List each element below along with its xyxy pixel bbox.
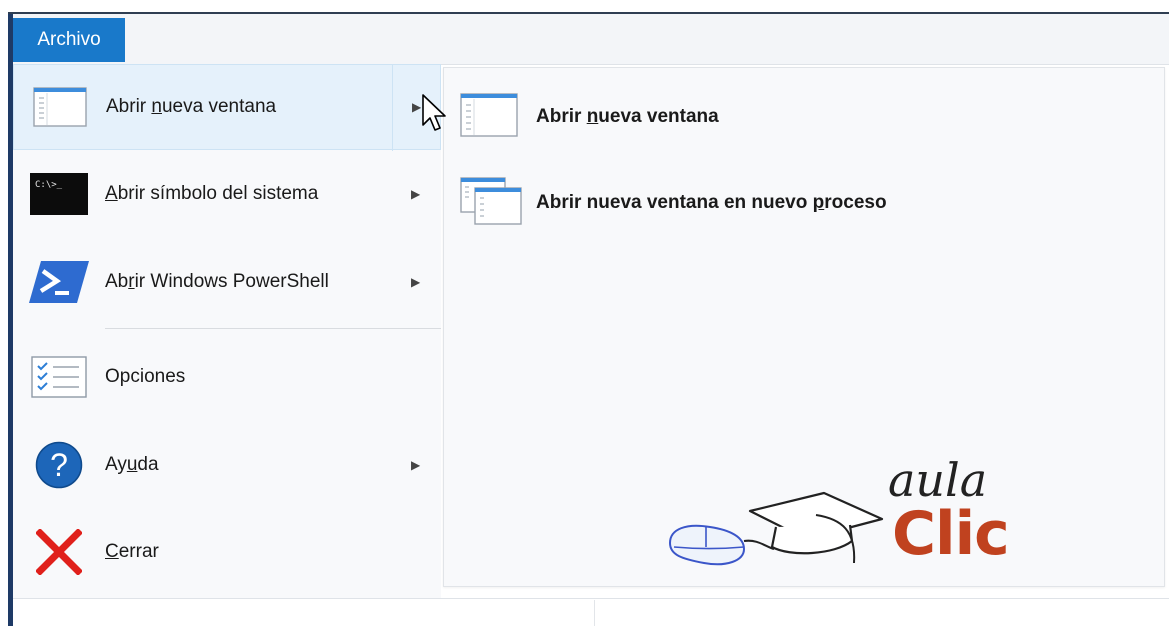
submenu-arrow-icon: ▶ bbox=[411, 187, 421, 201]
menu-item-open-new-window[interactable]: Abrir nueva ventana ▶ bbox=[13, 64, 441, 151]
file-menu: Abrir nueva ventana ▶ C:\>_ Abrir símbol… bbox=[13, 64, 441, 598]
svg-text:C:\>_: C:\>_ bbox=[35, 180, 63, 190]
new-window-icon bbox=[30, 84, 90, 130]
powershell-icon bbox=[29, 259, 89, 305]
submenu-item-label: Abrir nueva ventana en nuevo proceso bbox=[536, 192, 887, 213]
svg-text:?: ? bbox=[50, 447, 68, 483]
ribbon-bar bbox=[13, 14, 1169, 65]
menu-item-open-command-prompt[interactable]: C:\>_ Abrir símbolo del sistema ▶ bbox=[13, 151, 441, 237]
options-icon bbox=[29, 354, 89, 400]
menu-item-label: Cerrar bbox=[105, 541, 159, 562]
menu-item-label: Abrir nueva ventana bbox=[106, 96, 277, 117]
menu-item-label: Opciones bbox=[105, 366, 186, 387]
menu-separator bbox=[105, 328, 441, 329]
menu-item-help[interactable]: ? Ayuda ▶ bbox=[13, 422, 441, 508]
submenu-arrow-icon[interactable]: ▶ bbox=[412, 100, 421, 114]
new-process-window-icon bbox=[460, 176, 522, 230]
brand-text-clic: Clic bbox=[892, 499, 1010, 569]
screen-left-margin bbox=[0, 12, 8, 626]
command-prompt-icon: C:\>_ bbox=[29, 171, 89, 217]
submenu-item-open-new-process-window[interactable]: Abrir nueva ventana en nuevo proceso bbox=[460, 176, 887, 230]
submenu-item-open-new-window[interactable]: Abrir nueva ventana bbox=[460, 92, 719, 142]
split-button-divider bbox=[392, 65, 393, 151]
status-bar-divider bbox=[594, 600, 595, 626]
menu-item-open-powershell[interactable]: Abrir Windows PowerShell ▶ bbox=[13, 239, 441, 325]
menu-item-options[interactable]: Opciones bbox=[13, 334, 441, 420]
new-window-icon bbox=[460, 92, 518, 142]
mouse-pointer-icon bbox=[421, 93, 447, 138]
mouse-graduation-cap-icon bbox=[668, 491, 884, 566]
aulaclic-logo: aula Clic bbox=[666, 453, 1026, 585]
screen-top-margin bbox=[0, 0, 1169, 12]
submenu-arrow-icon: ▶ bbox=[411, 275, 421, 289]
submenu-item-label: Abrir nueva ventana bbox=[536, 106, 719, 127]
help-icon: ? bbox=[29, 441, 89, 489]
menu-item-label: Ayuda bbox=[105, 454, 159, 475]
file-tab[interactable]: Archivo bbox=[13, 18, 125, 62]
close-icon bbox=[29, 529, 89, 575]
status-bar bbox=[13, 598, 1169, 627]
menu-item-label: Abrir símbolo del sistema bbox=[105, 183, 319, 204]
menu-item-close[interactable]: Cerrar bbox=[13, 509, 441, 595]
menu-item-label: Abrir Windows PowerShell bbox=[105, 271, 329, 292]
submenu-arrow-icon: ▶ bbox=[411, 458, 421, 472]
